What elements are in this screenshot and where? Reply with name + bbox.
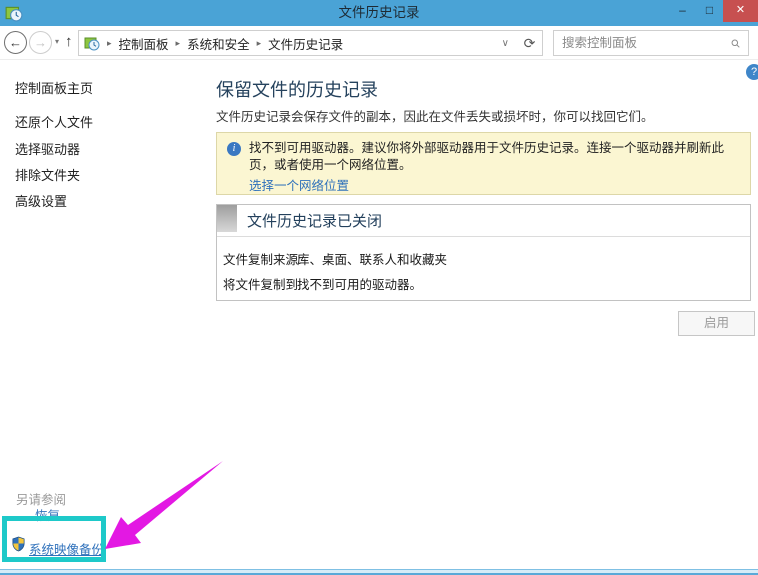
- warning-text: 找不到可用驱动器。建议你将外部驱动器用于文件历史记录。连接一个驱动器并刷新此页，…: [249, 140, 741, 174]
- search-input[interactable]: [554, 36, 731, 50]
- file-history-status-panel: 文件历史记录已关闭 文件复制来源: 库、桌面、联系人和收藏夹 将文件复制到: 找…: [216, 204, 751, 301]
- breadcrumb-file-history[interactable]: 文件历史记录: [268, 34, 343, 53]
- sidebar-item-exclude-folders[interactable]: 排除文件夹: [15, 165, 80, 184]
- back-button[interactable]: ←: [4, 31, 27, 54]
- forward-button[interactable]: →: [29, 31, 52, 54]
- breadcrumb-separator-icon: ▸: [176, 38, 181, 49]
- copy-from-value: 库、桌面、联系人和收藏夹: [297, 249, 447, 268]
- copy-to-label: 将文件复制到:: [223, 274, 301, 293]
- refresh-button[interactable]: ⟳: [517, 30, 543, 56]
- window-title: 文件历史记录: [0, 0, 758, 26]
- page-title: 保留文件的历史记录: [216, 76, 378, 102]
- copy-from-label: 文件复制来源:: [223, 249, 301, 268]
- highlight-box: [2, 516, 106, 562]
- sidebar-item-select-drive[interactable]: 选择驱动器: [15, 139, 80, 158]
- copy-to-value: 找不到可用的驱动器。: [297, 274, 422, 293]
- breadcrumb-control-panel[interactable]: 控制面板: [119, 34, 169, 53]
- breadcrumb-separator-icon: ▸: [107, 38, 112, 49]
- help-icon[interactable]: ?: [746, 64, 758, 80]
- sidebar-item-control-panel-home[interactable]: 控制面板主页: [15, 78, 93, 97]
- breadcrumb-system-security[interactable]: 系统和安全: [187, 34, 250, 53]
- titlebar: 文件历史记录 – □ ✕: [0, 0, 758, 26]
- file-history-location-icon: [84, 35, 100, 51]
- maximize-button[interactable]: □: [696, 0, 723, 22]
- navigation-bar: ← → ▾ ↑ ▸ 控制面板 ▸ 系统和安全 ▸ 文件历史记录 ∨ ⟳: [0, 26, 758, 60]
- minimize-button[interactable]: –: [669, 0, 696, 22]
- info-icon: i: [227, 142, 241, 156]
- search-box: [553, 30, 749, 56]
- file-history-window: 文件历史记录 – □ ✕ ← → ▾ ↑ ▸ 控制面板 ▸ 系统和安全 ▸ 文件…: [0, 0, 758, 575]
- file-history-status-icon: [217, 205, 237, 232]
- sidebar-item-advanced-settings[interactable]: 高级设置: [15, 191, 67, 210]
- up-button[interactable]: ↑: [65, 33, 73, 50]
- address-dropdown-icon[interactable]: ∨: [502, 38, 509, 49]
- select-network-location-link[interactable]: 选择一个网络位置: [249, 175, 349, 194]
- close-button[interactable]: ✕: [723, 0, 758, 22]
- turn-on-button[interactable]: 启用: [678, 311, 755, 336]
- address-bar[interactable]: ▸ 控制面板 ▸ 系统和安全 ▸ 文件历史记录 ∨: [78, 30, 518, 56]
- page-description: 文件历史记录会保存文件的副本，因此在文件丢失或损坏时，你可以找回它们。: [216, 106, 654, 125]
- status-title: 文件历史记录已关闭: [247, 210, 382, 231]
- breadcrumb-separator-icon: ▸: [257, 38, 262, 49]
- search-icon[interactable]: [731, 37, 740, 50]
- window-bottom-border: [0, 569, 758, 575]
- recent-pages-dropdown-icon[interactable]: ▾: [55, 37, 59, 46]
- window-controls: – □ ✕: [669, 0, 758, 22]
- no-drive-warning: i 找不到可用驱动器。建议你将外部驱动器用于文件历史记录。连接一个驱动器并刷新此…: [216, 132, 751, 195]
- sidebar-item-restore-personal-files[interactable]: 还原个人文件: [15, 112, 93, 131]
- divider: [217, 236, 750, 237]
